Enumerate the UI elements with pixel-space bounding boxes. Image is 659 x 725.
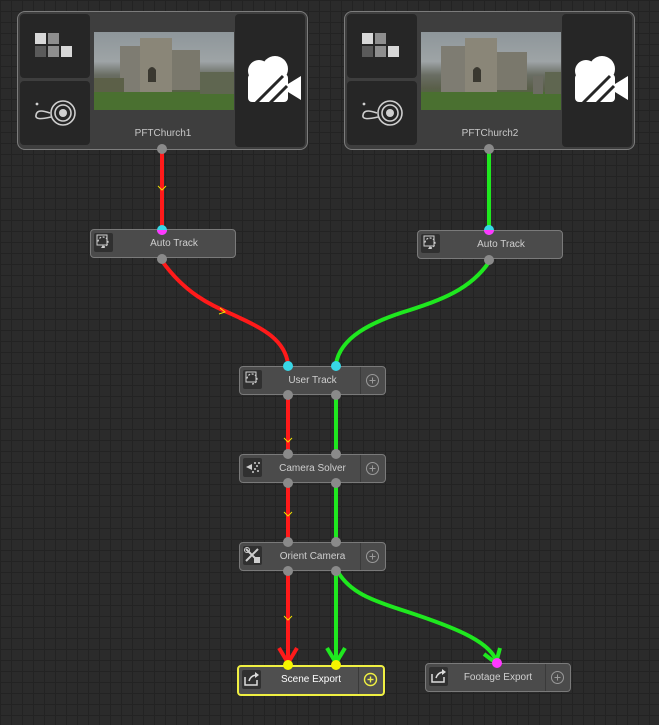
ports [157,144,502,670]
output-port[interactable] [157,144,167,154]
wire-green [334,260,491,366]
output-port[interactable] [283,478,293,488]
input-port[interactable] [331,361,341,371]
output-port[interactable] [157,254,167,264]
wire-green [336,570,498,662]
output-port[interactable] [331,478,341,488]
output-port[interactable] [331,566,341,576]
output-port[interactable] [331,390,341,400]
input-port[interactable] [283,449,293,459]
input-port[interactable] [492,658,502,668]
output-port[interactable] [484,144,494,154]
input-port[interactable] [331,449,341,459]
output-port[interactable] [283,390,293,400]
input-port[interactable] [283,660,293,670]
connection-layer [157,144,502,670]
node-graph-canvas[interactable]: PFTChurch1 PFTChurch2 Auto Track Auto Tr… [0,0,659,725]
output-port[interactable] [484,255,494,265]
input-port[interactable] [331,660,341,670]
input-port[interactable] [283,537,293,547]
input-port[interactable] [331,537,341,547]
output-port[interactable] [283,566,293,576]
input-port[interactable] [283,361,293,371]
